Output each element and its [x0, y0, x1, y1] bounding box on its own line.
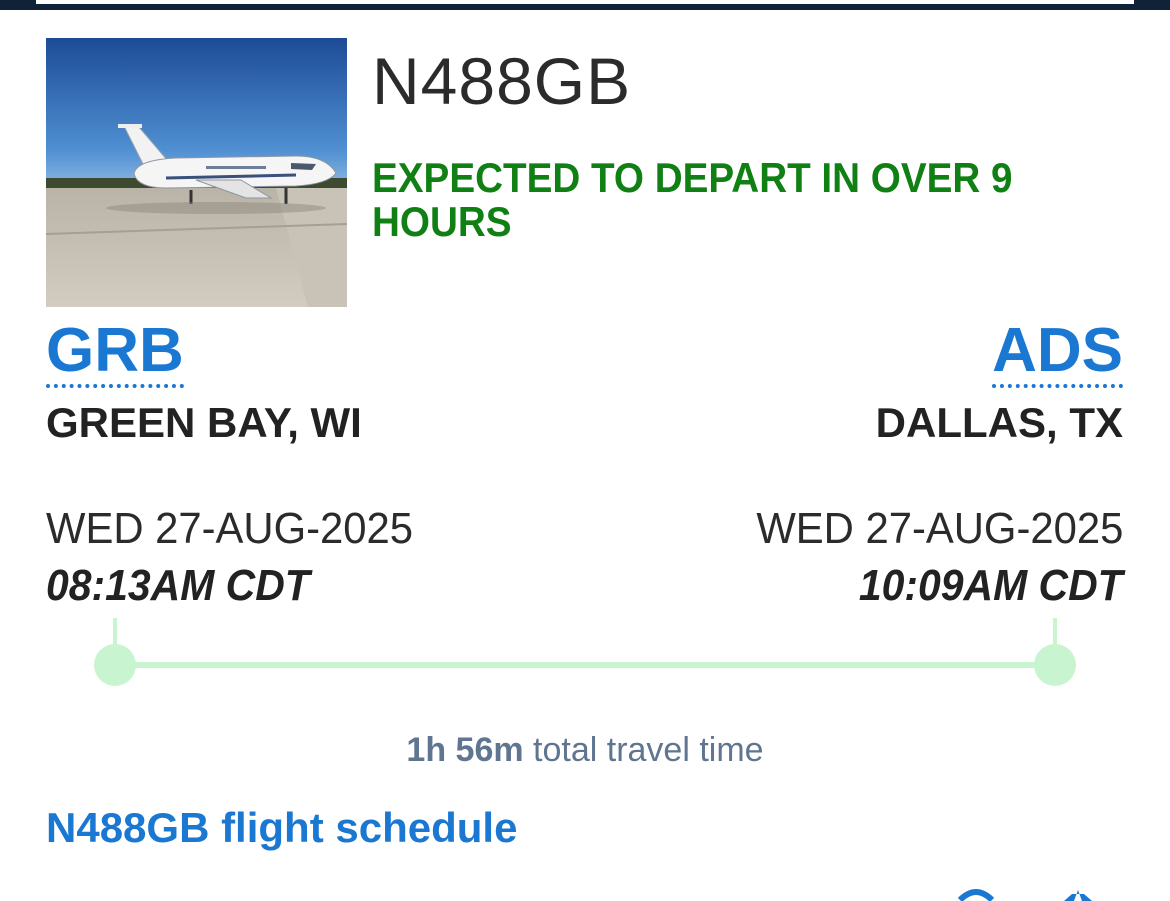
top-bar-panel	[36, 0, 1134, 4]
departure-date: WED 27-AUG-2025	[46, 504, 414, 553]
arrival-time: 10:09AM CDT	[859, 561, 1123, 610]
timeline-origin-dot	[94, 644, 136, 686]
tail-number: N488GB	[372, 44, 632, 118]
travel-duration: 1h 56m	[406, 731, 524, 769]
partial-star-icon	[1064, 890, 1092, 901]
departure-time: 08:13AM CDT	[46, 561, 310, 610]
flight-schedule-link[interactable]: N488GB flight schedule	[46, 802, 517, 854]
timeline-destination-dot	[1034, 644, 1076, 686]
flight-progress-timeline	[94, 618, 1076, 686]
aircraft-photo[interactable]	[46, 38, 347, 307]
origin-city: GREEN BAY, WI	[46, 399, 362, 446]
arrival-date: WED 27-AUG-2025	[755, 504, 1123, 553]
destination-city: DALLAS, TX	[875, 399, 1123, 446]
travel-duration-suffix: total travel time	[523, 731, 764, 769]
flight-status: EXPECTED TO DEPART IN OVER 9 HOURS	[372, 154, 1013, 245]
partial-circle-icon	[957, 889, 995, 901]
destination-airport-code-link[interactable]: ADS	[992, 318, 1123, 388]
aircraft-image	[46, 38, 347, 307]
total-travel-time: 1h 56m total travel time	[0, 728, 1170, 772]
top-bar	[0, 0, 1170, 10]
origin-airport-code-link[interactable]: GRB	[46, 318, 184, 388]
partially-visible-icons	[957, 889, 1092, 901]
